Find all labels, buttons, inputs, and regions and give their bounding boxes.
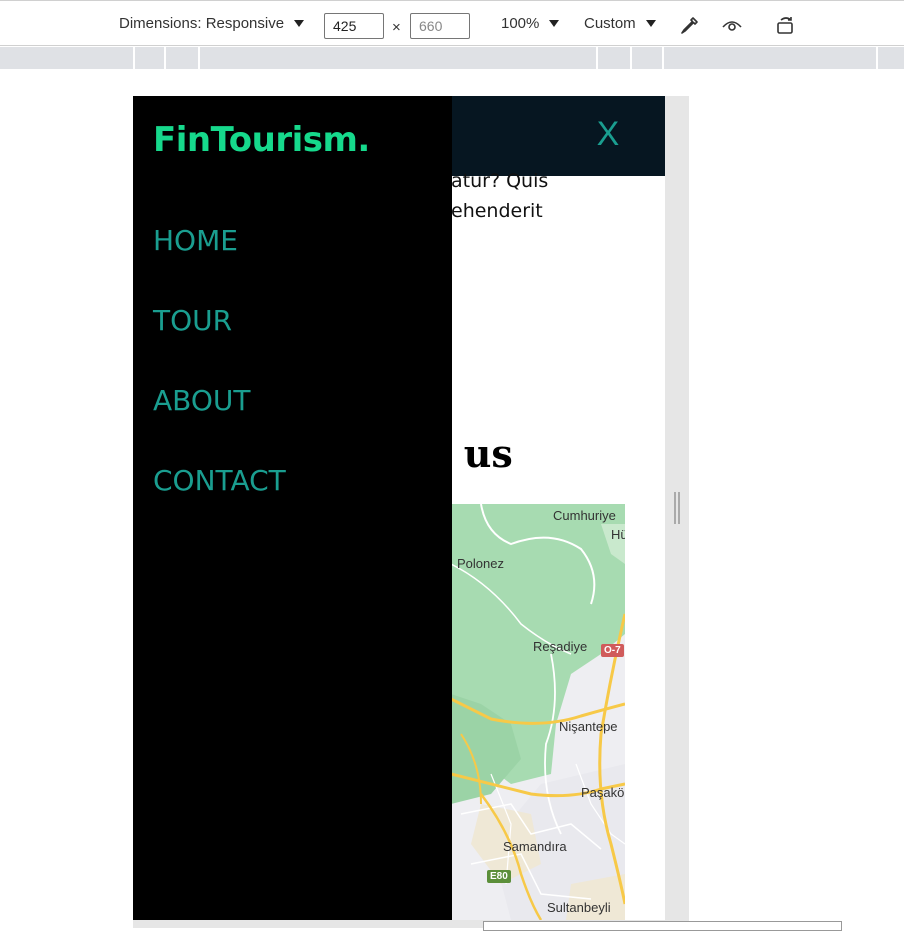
site-logo[interactable]: FinTourism.: [153, 120, 370, 160]
media-query-ruler: [0, 47, 904, 69]
emulated-page: X atur? Quis ehenderit t us Cumhuriye Hü…: [133, 96, 665, 920]
road-badge: O-7: [601, 644, 624, 657]
chevron-down-icon: [645, 20, 656, 27]
map-label: Cumhuriye: [553, 508, 616, 523]
zoom-label: 100%: [501, 15, 540, 32]
times-sign: ×: [392, 19, 401, 36]
ruler-tick: [198, 47, 200, 69]
height-input[interactable]: 660: [410, 13, 470, 39]
nav-item-about[interactable]: ABOUT: [153, 384, 251, 417]
body-paragraph: atur? Quis ehenderit: [451, 166, 665, 226]
ruler-tick: [133, 47, 135, 69]
body-line: atur? Quis: [451, 170, 549, 192]
nav-item-contact[interactable]: CONTACT: [153, 464, 286, 497]
eye-icon[interactable]: [721, 15, 743, 37]
map-label: Hü: [611, 527, 625, 542]
ruler-tick: [662, 47, 664, 69]
throttle-dropdown[interactable]: Custom: [584, 15, 656, 32]
map-label: Nişantepe: [559, 719, 618, 734]
ruler-tick: [596, 47, 598, 69]
location-map[interactable]: Cumhuriye Hü Polonez Reşadiye O-7 Nişant…: [451, 504, 625, 920]
map-label: Paşakö: [581, 785, 625, 800]
throttle-label: Custom: [584, 15, 636, 32]
eyedropper-icon[interactable]: [678, 15, 700, 37]
rotate-icon[interactable]: [775, 15, 797, 37]
chevron-down-icon: [294, 20, 305, 27]
dimensions-label: Dimensions: Responsive: [119, 15, 285, 32]
ruler-tick: [630, 47, 632, 69]
map-label: Reşadiye: [533, 639, 588, 654]
ruler-tick: [876, 47, 878, 69]
map-label: Sultanbeyli: [547, 900, 611, 915]
zoom-dropdown[interactable]: 100%: [501, 15, 560, 32]
map-label: Polonez: [457, 556, 504, 571]
resize-handle[interactable]: [674, 492, 680, 524]
close-menu-button[interactable]: X: [593, 116, 623, 152]
nav-item-tour[interactable]: TOUR: [153, 304, 232, 337]
side-drawer-nav: FinTourism. HOME TOUR ABOUT CONTACT: [133, 96, 452, 920]
bottom-panel-edge: [483, 921, 842, 931]
chevron-down-icon: [549, 20, 560, 27]
ruler-tick: [164, 47, 166, 69]
body-line: ehenderit: [451, 200, 543, 222]
width-input[interactable]: 425: [324, 13, 384, 39]
nav-item-home[interactable]: HOME: [153, 224, 238, 257]
dimensions-dropdown[interactable]: Dimensions: Responsive: [119, 15, 305, 32]
road-badge: E80: [487, 870, 511, 883]
devtools-device-toolbar: Dimensions: Responsive 425 × 660 100% Cu…: [0, 0, 904, 46]
map-label: Samandıra: [503, 839, 567, 854]
